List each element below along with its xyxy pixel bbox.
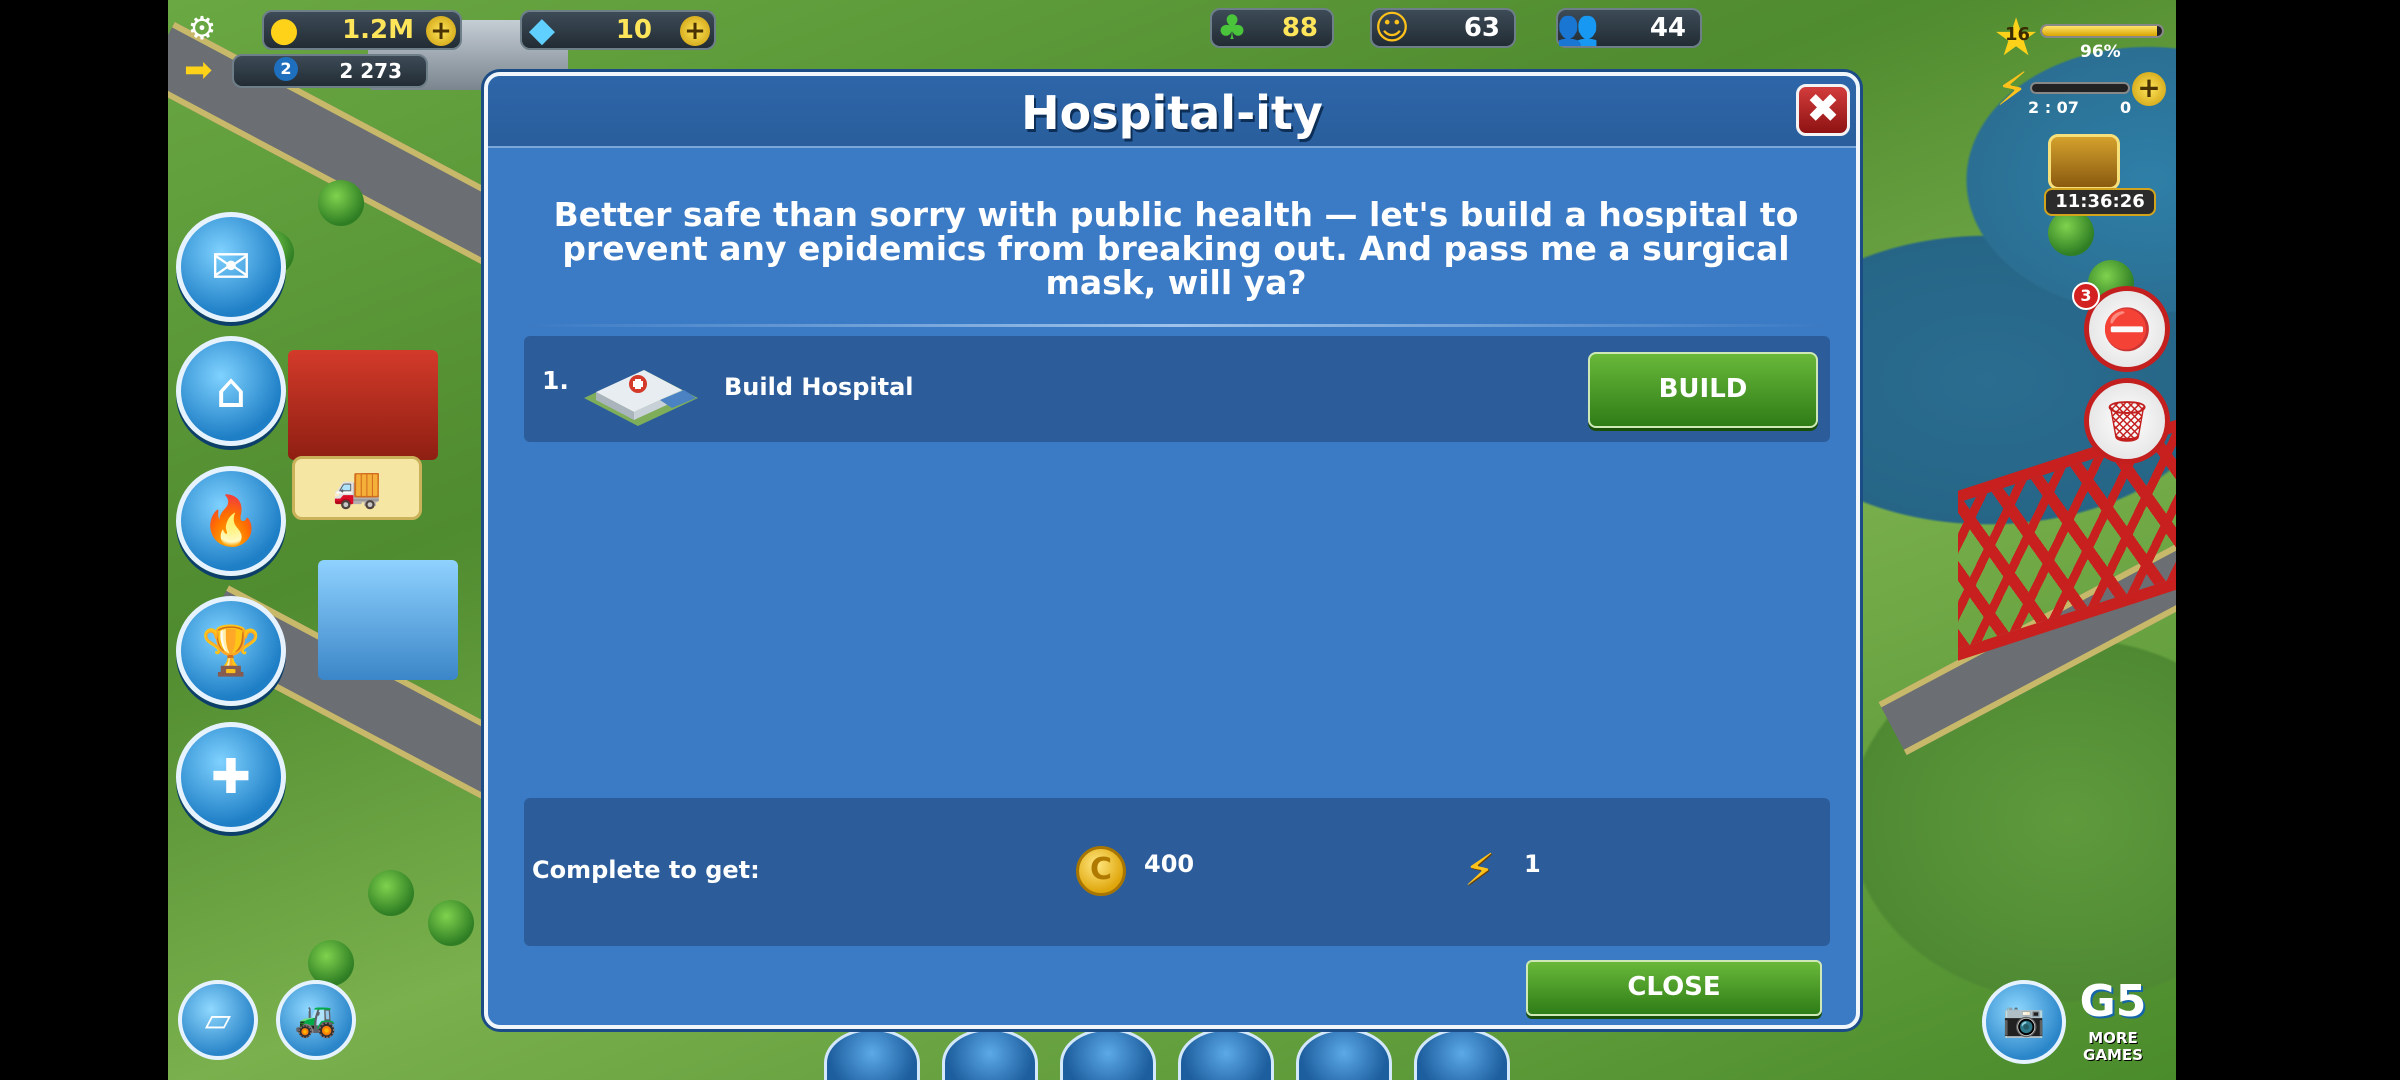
more-label: MORE xyxy=(2088,1029,2138,1047)
coins-counter[interactable]: ● 1.2M + xyxy=(262,10,462,50)
reward-label: Complete to get: xyxy=(532,856,760,884)
bulldozer-icon[interactable]: 🚜 xyxy=(276,980,356,1060)
dialog-header: Hospital-ity ✖ xyxy=(488,76,1856,148)
energy-bar xyxy=(2030,82,2130,94)
eco-value: 88 xyxy=(1281,13,1318,43)
tree xyxy=(318,180,364,226)
games-label: GAMES xyxy=(2083,1046,2143,1064)
gem-icon: ◆ xyxy=(528,10,556,50)
tree-icon: ♣ xyxy=(1216,8,1248,48)
cash-value: 2 273 xyxy=(339,59,402,83)
dock-slot[interactable] xyxy=(824,1028,920,1080)
lightning-icon: ⚡ xyxy=(1464,845,1495,896)
level-value: 16 xyxy=(2005,24,2031,45)
task-label: Build Hospital xyxy=(724,373,914,401)
hospital-icon[interactable]: ✚ xyxy=(176,722,286,832)
vehicles-counter[interactable]: 2 2 273 xyxy=(232,54,428,88)
dock-slot[interactable] xyxy=(1060,1028,1156,1080)
g5-logo: G5 xyxy=(2079,976,2147,1027)
coin-icon: C xyxy=(1076,846,1126,896)
dock-slot[interactable] xyxy=(942,1028,1038,1080)
population-counter[interactable]: 👥 44 xyxy=(1556,8,1702,48)
xp-percent: 96% xyxy=(2080,42,2121,62)
camera-icon[interactable]: 📷 xyxy=(1982,980,2066,1064)
city-services-icon[interactable]: ⌂ xyxy=(176,336,286,446)
tree xyxy=(2048,210,2094,256)
dock-slot[interactable] xyxy=(1178,1028,1274,1080)
happiness-counter[interactable]: ☺ 63 xyxy=(1370,8,1516,48)
fire-station-icon[interactable]: 🔥 xyxy=(176,466,286,576)
build-button[interactable]: BUILD xyxy=(1588,352,1818,428)
gems-counter[interactable]: ◆ 10 + xyxy=(520,10,716,50)
awards-icon[interactable]: 🏆 xyxy=(176,596,286,706)
reward-energy-value: 1 xyxy=(1524,850,1541,878)
building[interactable] xyxy=(318,560,458,680)
xp-fill xyxy=(2042,26,2158,36)
reward-row: Complete to get: C 400 ⚡ 1 xyxy=(524,798,1830,946)
gems-value: 10 xyxy=(615,15,652,45)
energy-value: 0 xyxy=(2120,98,2132,117)
happiness-value: 63 xyxy=(1463,13,1500,43)
hospital-building-icon xyxy=(584,370,698,426)
trash-bin-icon[interactable]: 🗑 xyxy=(2084,378,2170,464)
coins-value: 1.2M xyxy=(342,15,414,45)
truck-icon[interactable]: 🚚 xyxy=(292,456,422,520)
settings-icon[interactable]: ⚙ xyxy=(184,10,220,46)
tree xyxy=(428,900,474,946)
tree xyxy=(368,870,414,916)
add-coins-button[interactable]: + xyxy=(426,16,456,46)
divider xyxy=(524,324,1828,327)
task-row: 1. Build Hospital BUILD xyxy=(524,336,1830,442)
add-energy-button[interactable]: + xyxy=(2132,72,2166,106)
dock-slot[interactable] xyxy=(1296,1028,1392,1080)
more-games-button[interactable]: G5 MORE GAMES xyxy=(2070,974,2156,1068)
xp-progress-bar xyxy=(2040,24,2164,38)
add-gems-button[interactable]: + xyxy=(680,16,710,46)
close-icon[interactable]: ✖ xyxy=(1796,84,1850,136)
population-value: 44 xyxy=(1649,13,1686,43)
building[interactable] xyxy=(288,350,438,460)
reward-coins-value: 400 xyxy=(1144,850,1195,878)
task-number: 1. xyxy=(542,366,569,395)
chest-timer: 11:36:26 xyxy=(2044,188,2156,216)
close-button[interactable]: CLOSE xyxy=(1526,960,1822,1016)
bottom-dock[interactable] xyxy=(820,1024,1540,1080)
cars-badge: 2 xyxy=(274,57,298,81)
eco-counter[interactable]: ♣ 88 xyxy=(1210,8,1334,48)
treasure-chest-icon[interactable] xyxy=(2048,134,2120,190)
letterbox-left xyxy=(0,0,168,1080)
notification-badge: 3 xyxy=(2072,282,2100,310)
energy-timer: 2 : 07 xyxy=(2028,98,2079,117)
mail-icon[interactable]: ✉ xyxy=(176,212,286,322)
lightning-icon: ⚡ xyxy=(1996,62,2029,116)
terrain-icon[interactable]: ▱ xyxy=(178,980,258,1060)
quest-description: Better safe than sorry with public healt… xyxy=(553,195,1799,302)
arrow-icon[interactable]: ➡ xyxy=(184,52,224,88)
coin-icon: ● xyxy=(269,10,299,50)
smiley-icon: ☺ xyxy=(1374,8,1410,48)
dock-slot[interactable] xyxy=(1414,1028,1510,1080)
dialog-title: Hospital-ity xyxy=(1021,86,1323,140)
people-icon: 👥 xyxy=(1556,8,1600,48)
letterbox-right xyxy=(2176,0,2400,1080)
quest-dialog: Hospital-ity ✖ Better safe than sorry wi… xyxy=(484,72,1860,1029)
